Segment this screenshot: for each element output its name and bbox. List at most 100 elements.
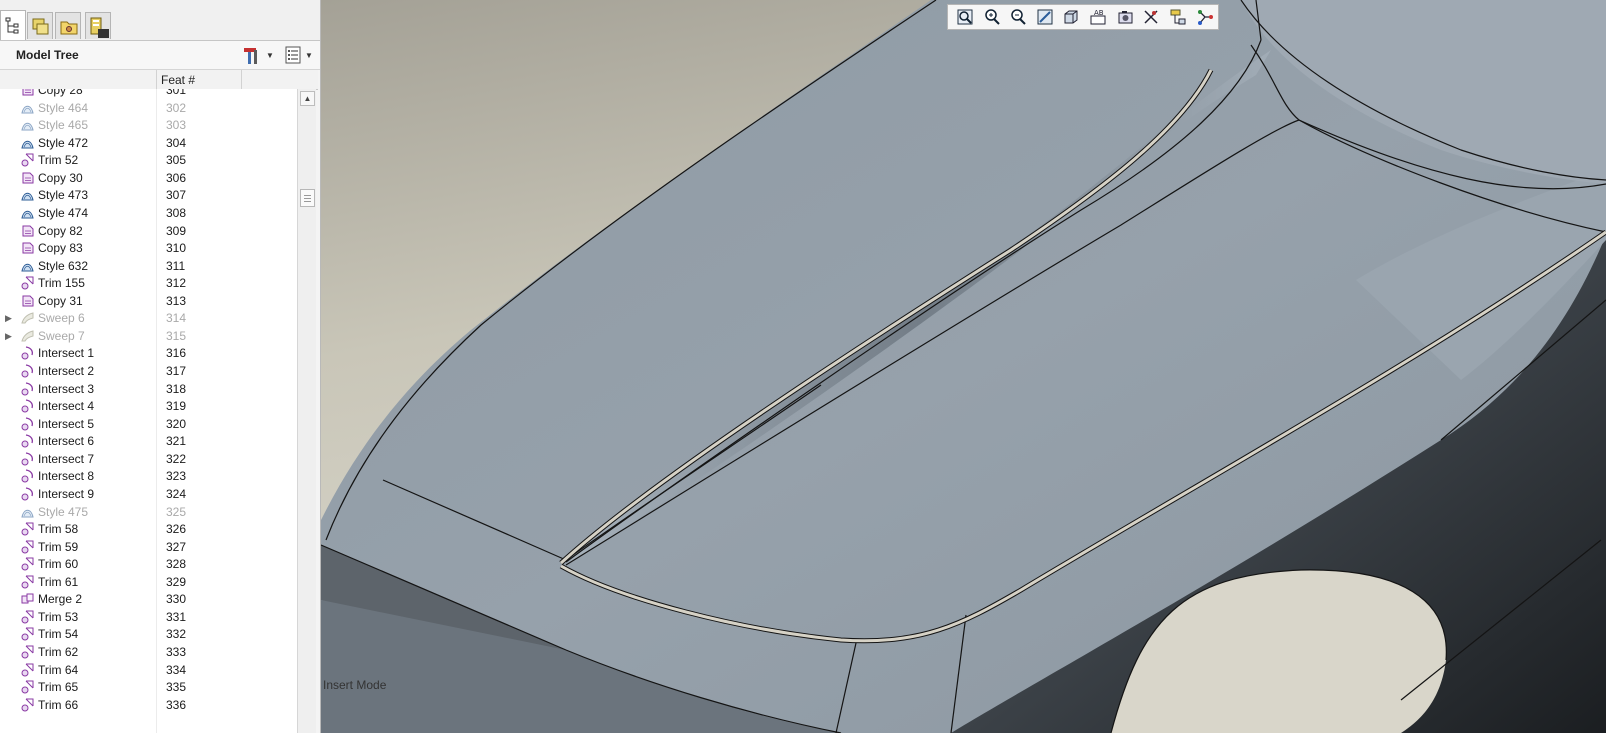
zoom-out-icon <box>1011 9 1026 25</box>
merge-feature-icon <box>21 593 34 604</box>
trim-feature-icon <box>21 610 34 624</box>
feature-name: Intersect 7 <box>38 451 95 466</box>
tree-row[interactable]: ▶ Sweep 6 314 <box>0 309 297 327</box>
tree-row[interactable]: Trim 52 305 <box>0 151 297 169</box>
tree-row[interactable]: Copy 31 313 <box>0 292 297 310</box>
tab-layers[interactable] <box>27 12 53 39</box>
tree-row[interactable]: Trim 54 332 <box>0 625 297 643</box>
column-feat-header[interactable]: Feat # <box>161 73 195 87</box>
repaint-button[interactable] <box>1035 8 1055 26</box>
feature-name: Intersect 9 <box>38 486 95 501</box>
tree-row[interactable]: Style 464 302 <box>0 99 297 117</box>
feature-number: 320 <box>166 416 187 431</box>
orient-button[interactable] <box>1061 8 1081 26</box>
feature-name: Sweep 6 <box>38 311 85 326</box>
feature-number: 303 <box>166 118 187 133</box>
tree-row[interactable]: Copy 82 309 <box>0 222 297 240</box>
tree-show-button[interactable]: ▼ <box>285 45 315 65</box>
tree-row[interactable]: Style 473 307 <box>0 186 297 204</box>
feature-name: Trim 60 <box>38 557 79 572</box>
tree-row[interactable]: Trim 60 328 <box>0 555 297 573</box>
layers-view-button[interactable] <box>1115 8 1135 26</box>
tree-row[interactable]: Intersect 6 321 <box>0 432 297 450</box>
feature-name: Intersect 3 <box>38 381 95 396</box>
tree-row[interactable]: Trim 62 333 <box>0 643 297 661</box>
feature-number: 326 <box>166 522 187 537</box>
folder-browser-icon <box>60 21 78 35</box>
tree-row[interactable]: Copy 30 306 <box>0 169 297 187</box>
mode-status-text: Insert Mode <box>323 678 387 692</box>
car-body-model <box>321 0 1606 733</box>
intersect-feature-icon <box>21 487 33 501</box>
scroll-up-button[interactable]: ▲ <box>300 91 315 106</box>
column-name-header[interactable] <box>0 70 157 89</box>
spin-center-button[interactable] <box>1195 8 1215 26</box>
tree-row[interactable]: Trim 61 329 <box>0 573 297 591</box>
datum-display-button[interactable] <box>1141 8 1161 26</box>
tree-row[interactable]: Trim 53 331 <box>0 608 297 626</box>
model-tree-list: Copy 28 301 Style 464 302 Style 465 303 Style … <box>0 89 297 733</box>
saved-views-button[interactable]: AB <box>1088 8 1108 26</box>
trim-feature-icon <box>21 540 34 554</box>
trim-feature-icon <box>21 663 34 677</box>
feature-name: Intersect 8 <box>38 469 95 484</box>
feature-name: Style 473 <box>38 188 89 203</box>
graphics-window[interactable]: AB Insert Mode <box>321 0 1606 733</box>
tree-row[interactable]: Style 474 308 <box>0 204 297 222</box>
tree-row[interactable]: Style 475 325 <box>0 503 297 521</box>
tree-row[interactable]: Trim 66 336 <box>0 696 297 714</box>
annotation-display-button[interactable] <box>1168 8 1188 26</box>
tree-row[interactable]: Merge 2 330 <box>0 590 297 608</box>
feature-name: Style 465 <box>38 118 89 133</box>
feature-name: Trim 59 <box>38 539 79 554</box>
tree-row[interactable]: Trim 64 334 <box>0 661 297 679</box>
tree-row[interactable]: Intersect 9 324 <box>0 485 297 503</box>
trim-feature-icon <box>21 645 34 659</box>
expand-arrow-icon[interactable]: ▶ <box>5 313 12 324</box>
tree-row[interactable]: Copy 83 310 <box>0 239 297 257</box>
tree-row[interactable]: Intersect 4 319 <box>0 397 297 415</box>
view-toolbar: AB <box>947 4 1219 30</box>
tree-settings-button[interactable]: ▼ <box>242 45 274 65</box>
feature-number: 302 <box>166 100 187 115</box>
zoom-out-button[interactable] <box>1008 8 1028 26</box>
feature-number: 314 <box>166 311 187 326</box>
tab-folder-browser[interactable] <box>55 12 81 39</box>
scroll-thumb[interactable] <box>300 189 315 207</box>
tree-row[interactable]: ▶ Sweep 7 315 <box>0 327 297 345</box>
tree-row[interactable]: Style 465 303 <box>0 116 297 134</box>
tree-row[interactable]: Style 472 304 <box>0 134 297 152</box>
tree-row[interactable]: Style 632 311 <box>0 257 297 275</box>
tab-model-tree[interactable] <box>0 10 26 40</box>
tree-row[interactable]: Intersect 3 318 <box>0 380 297 398</box>
feature-name: Trim 54 <box>38 627 79 642</box>
tree-row[interactable]: Intersect 7 322 <box>0 450 297 468</box>
tree-scrollbar[interactable]: ▲ <box>297 89 316 733</box>
tree-row[interactable]: Intersect 1 316 <box>0 344 297 362</box>
navigator-panel: Model Tree ▼ ▼ Feat # Copy 28 301 Style 46 <box>0 0 321 733</box>
feature-name: Trim 66 <box>38 697 79 712</box>
list-columns-icon <box>285 46 301 64</box>
intersect-feature-icon <box>21 434 33 448</box>
expand-arrow-icon[interactable]: ▶ <box>5 331 12 342</box>
tree-row[interactable]: Intersect 8 323 <box>0 467 297 485</box>
feature-number: 313 <box>166 293 187 308</box>
feature-name: Intersect 2 <box>38 364 95 378</box>
tree-row[interactable]: Trim 155 312 <box>0 274 297 292</box>
feature-name: Style 474 <box>38 205 89 220</box>
tree-row[interactable]: Trim 58 326 <box>0 520 297 538</box>
tree-row[interactable]: Intersect 5 320 <box>0 415 297 433</box>
refit-button[interactable] <box>955 8 975 26</box>
tree-row[interactable]: Trim 59 327 <box>0 538 297 556</box>
feature-number: 335 <box>166 680 187 695</box>
tab-favorites[interactable] <box>85 12 111 39</box>
intersect-feature-icon <box>21 452 33 466</box>
intersect-feature-icon <box>21 364 33 378</box>
feature-number: 331 <box>166 609 187 624</box>
tree-row[interactable]: Intersect 2 317 <box>0 362 297 380</box>
tree-row[interactable]: Trim 65 335 <box>0 678 297 696</box>
feature-number: 319 <box>166 399 187 414</box>
zoom-in-button[interactable] <box>982 8 1002 26</box>
style-feature-icon <box>21 509 34 517</box>
tree-row[interactable]: Copy 28 301 <box>0 89 297 99</box>
